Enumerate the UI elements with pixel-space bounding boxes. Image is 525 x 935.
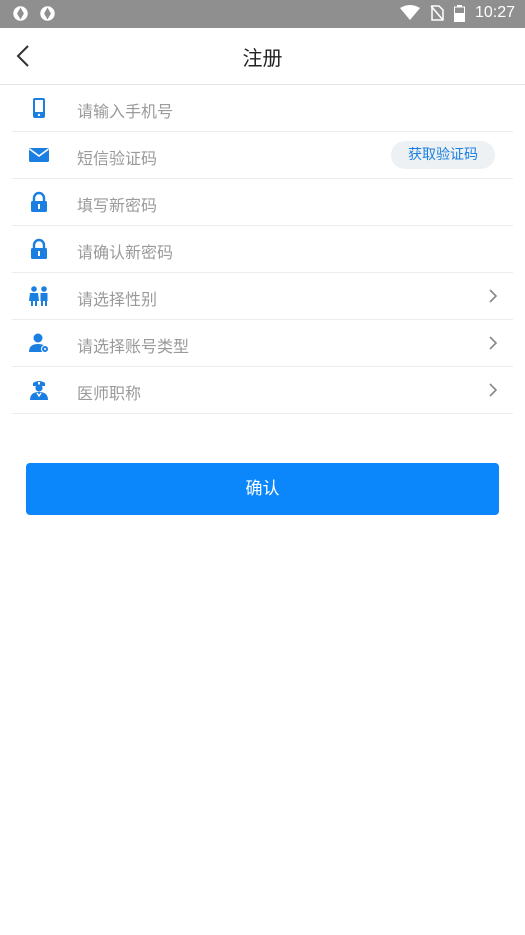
wifi-icon	[399, 5, 420, 20]
phone-field[interactable]: 请输入手机号	[12, 85, 513, 132]
status-bar: 10:27	[0, 0, 525, 28]
new-password-input[interactable]: 填写新密码	[77, 192, 157, 216]
doctor-title-select[interactable]: 医师职称	[12, 367, 513, 414]
get-code-button[interactable]: 获取验证码	[391, 141, 495, 169]
sms-code-field[interactable]: 短信验证码 获取验证码	[12, 132, 513, 179]
account-type-select[interactable]: 请选择账号类型	[12, 320, 513, 367]
chevron-right-icon	[489, 383, 498, 397]
user-badge-icon	[29, 333, 49, 353]
gender-select[interactable]: 请选择性别	[12, 273, 513, 320]
gender-label: 请选择性别	[77, 290, 158, 309]
nav-bar: 注册	[0, 28, 525, 85]
doctor-title-label: 医师职称	[77, 384, 142, 403]
chevron-right-icon	[489, 336, 498, 350]
sms-code-input[interactable]: 短信验证码	[77, 145, 157, 169]
confirm-password-field[interactable]: 请确认新密码	[12, 226, 513, 273]
lock-icon	[31, 238, 47, 259]
chevron-right-icon	[489, 289, 498, 303]
lock-icon	[31, 191, 47, 212]
new-password-field[interactable]: 填写新密码	[12, 179, 513, 226]
confirm-password-input[interactable]: 请确认新密码	[77, 239, 173, 263]
clock: 10:27	[474, 4, 515, 21]
account-type-label: 请选择账号类型	[77, 337, 190, 356]
phone-icon	[33, 98, 45, 118]
no-sim-icon	[430, 5, 444, 21]
gender-icon	[29, 286, 48, 306]
phone-input[interactable]: 请输入手机号	[77, 98, 173, 122]
page-title: 注册	[242, 46, 283, 70]
battery-icon	[453, 4, 465, 22]
confirm-button[interactable]: 确认	[26, 463, 499, 515]
app-notification-icon	[13, 6, 28, 21]
app-notification-icon	[40, 6, 55, 21]
message-icon	[29, 148, 49, 162]
doctor-icon	[30, 381, 48, 400]
register-form: 请输入手机号 短信验证码 获取验证码 填写新密码 请确认新密码 请选择性别 请选…	[12, 85, 513, 414]
